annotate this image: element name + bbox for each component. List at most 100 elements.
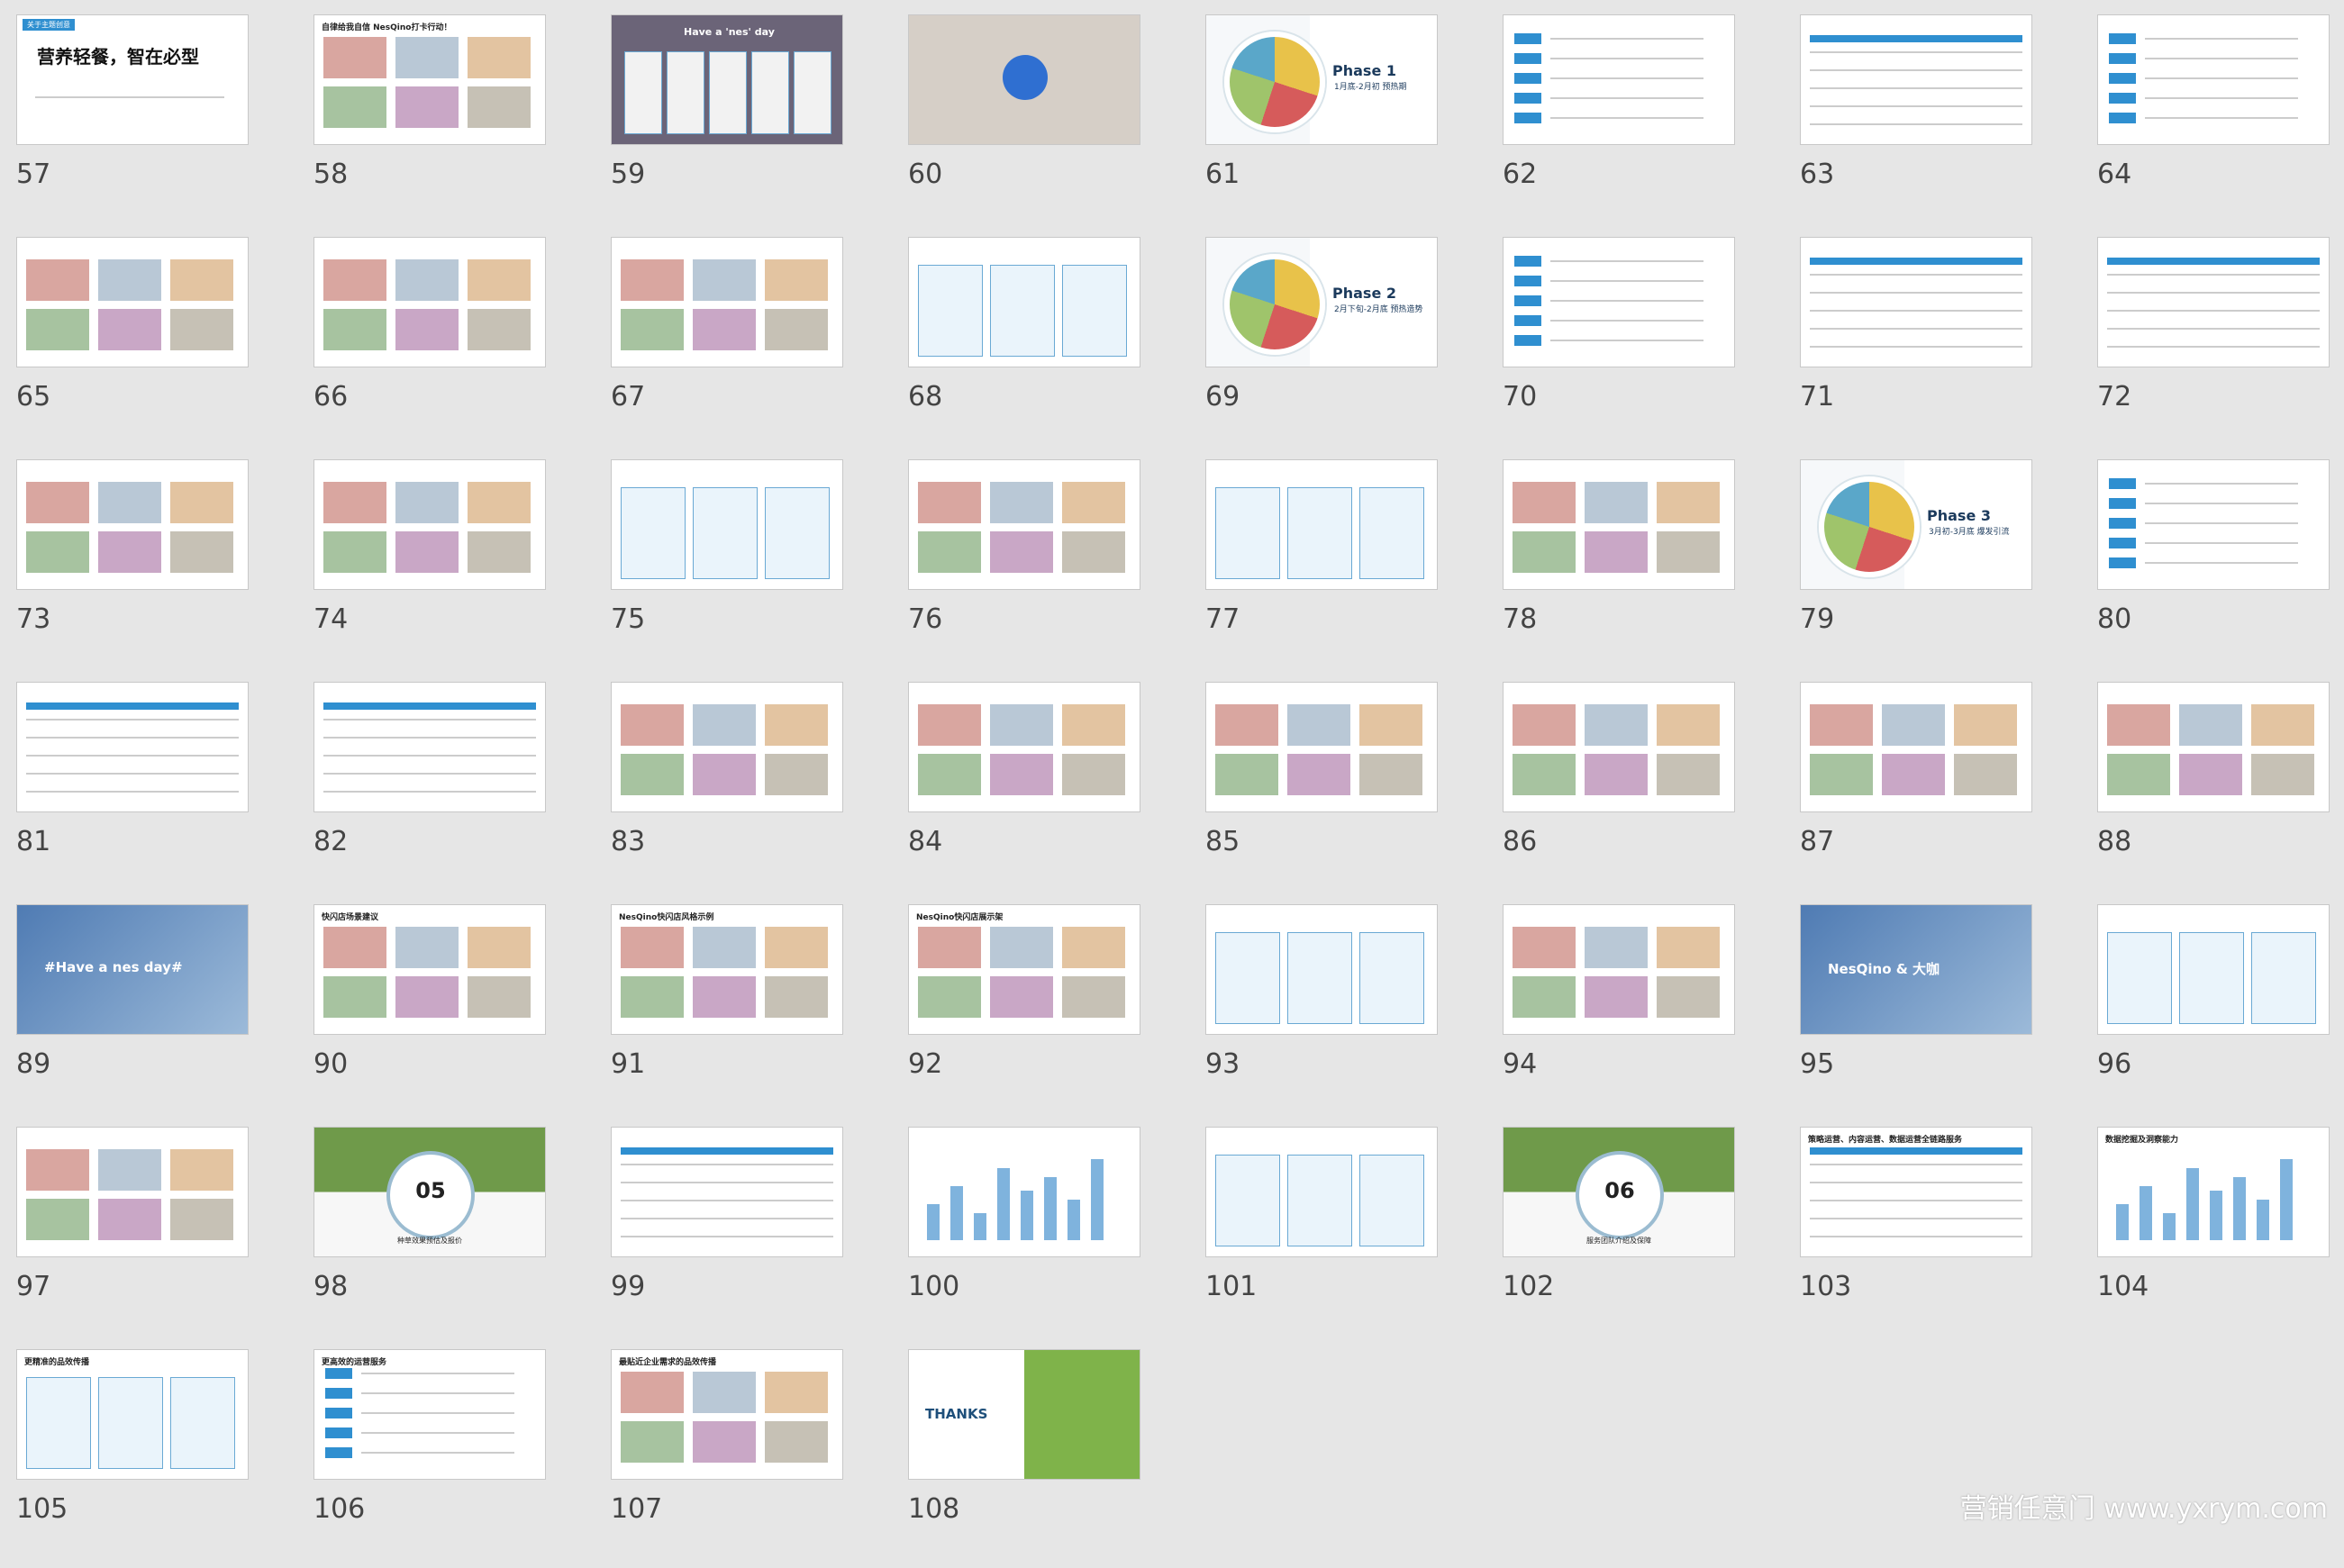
slide-number[interactable]: 105	[16, 1493, 68, 1525]
slide-number[interactable]: 65	[16, 381, 50, 412]
slide-thumbnail[interactable]	[1503, 904, 1735, 1035]
slide-thumbnail[interactable]	[1205, 1127, 1438, 1257]
slide-number[interactable]: 99	[611, 1271, 645, 1302]
slide-number[interactable]: 92	[908, 1048, 942, 1080]
slide-number[interactable]: 101	[1205, 1271, 1257, 1302]
slide-thumbnail[interactable]: 最贴近企业需求的品效传播	[611, 1349, 843, 1480]
slide-thumbnail[interactable]	[908, 1127, 1140, 1257]
slide-thumbnail[interactable]	[2097, 14, 2330, 145]
slide-thumbnail[interactable]: Phase 3 3月初-3月底 爆发引流	[1800, 459, 2032, 590]
slide-thumbnail[interactable]	[313, 237, 546, 367]
slide-thumbnail[interactable]: 更高效的运营服务	[313, 1349, 546, 1480]
slide-number[interactable]: 77	[1205, 603, 1240, 635]
slide-number[interactable]: 106	[313, 1493, 365, 1525]
slide-thumbnail[interactable]	[313, 459, 546, 590]
slide-thumbnail[interactable]	[611, 682, 843, 812]
slide-number[interactable]: 82	[313, 826, 348, 857]
slide-number[interactable]: 103	[1800, 1271, 1851, 1302]
slide-thumbnail[interactable]	[611, 237, 843, 367]
slide-number[interactable]: 80	[2097, 603, 2131, 635]
slide-thumbnail[interactable]: NesQino快闪店展示架	[908, 904, 1140, 1035]
slide-thumbnail[interactable]	[1503, 14, 1735, 145]
slide-number[interactable]: 75	[611, 603, 645, 635]
slide-thumbnail[interactable]	[1205, 682, 1438, 812]
slide-thumbnail[interactable]: 自律给我自信 NesQino打卡行动！	[313, 14, 546, 145]
slide-thumbnail[interactable]	[908, 459, 1140, 590]
slide-number[interactable]: 102	[1503, 1271, 1554, 1302]
slide-number[interactable]: 73	[16, 603, 50, 635]
slide-number[interactable]: 88	[2097, 826, 2131, 857]
slide-thumbnail[interactable]: 策略运营、内容运营、数据运营全链路服务	[1800, 1127, 2032, 1257]
slide-thumbnail[interactable]: 更精准的品效传播	[16, 1349, 249, 1480]
slide-thumbnail[interactable]: Phase 2 2月下旬-2月底 预热造势	[1205, 237, 1438, 367]
slide-number[interactable]: 98	[313, 1271, 348, 1302]
slide-thumbnail[interactable]: 快闪店场景建议	[313, 904, 546, 1035]
slide-number[interactable]: 64	[2097, 159, 2131, 190]
slide-number[interactable]: 60	[908, 159, 942, 190]
slide-number[interactable]: 72	[2097, 381, 2131, 412]
slide-number[interactable]: 74	[313, 603, 348, 635]
slide-thumbnail[interactable]	[1503, 459, 1735, 590]
slide-thumbnail[interactable]	[2097, 904, 2330, 1035]
slide-number[interactable]: 89	[16, 1048, 50, 1080]
slide-number[interactable]: 66	[313, 381, 348, 412]
slide-number[interactable]: 90	[313, 1048, 348, 1080]
slide-number[interactable]: 57	[16, 159, 50, 190]
slide-number[interactable]: 76	[908, 603, 942, 635]
slide-number[interactable]: 100	[908, 1271, 959, 1302]
slide-thumbnail[interactable]	[908, 682, 1140, 812]
slide-number[interactable]: 69	[1205, 381, 1240, 412]
slide-number[interactable]: 94	[1503, 1048, 1537, 1080]
slide-thumbnail[interactable]	[2097, 682, 2330, 812]
slide-thumbnail[interactable]: THANKS	[908, 1349, 1140, 1480]
slide-thumbnail[interactable]: 数据挖掘及洞察能力	[2097, 1127, 2330, 1257]
slide-thumbnail[interactable]	[1205, 904, 1438, 1035]
slide-number[interactable]: 59	[611, 159, 645, 190]
slide-number[interactable]: 67	[611, 381, 645, 412]
slide-thumbnail[interactable]: 关于主题创意 营养轻餐，智在必型	[16, 14, 249, 145]
slide-thumbnail[interactable]	[16, 237, 249, 367]
slide-number[interactable]: 61	[1205, 159, 1240, 190]
slide-thumbnail[interactable]	[611, 459, 843, 590]
slide-thumbnail[interactable]: Have a 'nes' day	[611, 14, 843, 145]
slide-number[interactable]: 78	[1503, 603, 1537, 635]
slide-thumbnail[interactable]	[1503, 682, 1735, 812]
slide-thumbnail[interactable]	[1205, 459, 1438, 590]
slide-number[interactable]: 96	[2097, 1048, 2131, 1080]
slide-number[interactable]: 91	[611, 1048, 645, 1080]
slide-thumbnail[interactable]	[16, 459, 249, 590]
slide-thumbnail[interactable]: NesQino & 大咖	[1800, 904, 2032, 1035]
slide-thumbnail[interactable]: Phase 1 1月底-2月初 预热期	[1205, 14, 1438, 145]
slide-thumbnail[interactable]: 05 种草效果预估及报价	[313, 1127, 546, 1257]
slide-number[interactable]: 63	[1800, 159, 1834, 190]
slide-number[interactable]: 58	[313, 159, 348, 190]
slide-number[interactable]: 68	[908, 381, 942, 412]
slide-thumbnail[interactable]	[313, 682, 546, 812]
slide-thumbnail[interactable]	[908, 14, 1140, 145]
slide-number[interactable]: 97	[16, 1271, 50, 1302]
slide-thumbnail[interactable]	[16, 1127, 249, 1257]
slide-number[interactable]: 83	[611, 826, 645, 857]
slide-number[interactable]: 93	[1205, 1048, 1240, 1080]
slide-thumbnail[interactable]: 06 服务团队介绍及保障	[1503, 1127, 1735, 1257]
slide-number[interactable]: 87	[1800, 826, 1834, 857]
slide-thumbnail[interactable]	[1503, 237, 1735, 367]
slide-number[interactable]: 86	[1503, 826, 1537, 857]
slide-number[interactable]: 70	[1503, 381, 1537, 412]
slide-thumbnail[interactable]	[908, 237, 1140, 367]
slide-number[interactable]: 62	[1503, 159, 1537, 190]
slide-thumbnail[interactable]: NesQino快闪店风格示例	[611, 904, 843, 1035]
slide-thumbnail[interactable]	[2097, 237, 2330, 367]
slide-thumbnail[interactable]	[611, 1127, 843, 1257]
slide-thumbnail[interactable]	[2097, 459, 2330, 590]
slide-thumbnail[interactable]	[1800, 14, 2032, 145]
slide-thumbnail[interactable]: #Have a nes day#	[16, 904, 249, 1035]
slide-thumbnail[interactable]	[16, 682, 249, 812]
slide-thumbnail[interactable]	[1800, 237, 2032, 367]
slide-number[interactable]: 95	[1800, 1048, 1834, 1080]
slide-number[interactable]: 108	[908, 1493, 959, 1525]
slide-number[interactable]: 85	[1205, 826, 1240, 857]
slide-thumbnail[interactable]	[1800, 682, 2032, 812]
slide-number[interactable]: 84	[908, 826, 942, 857]
slide-number[interactable]: 79	[1800, 603, 1834, 635]
